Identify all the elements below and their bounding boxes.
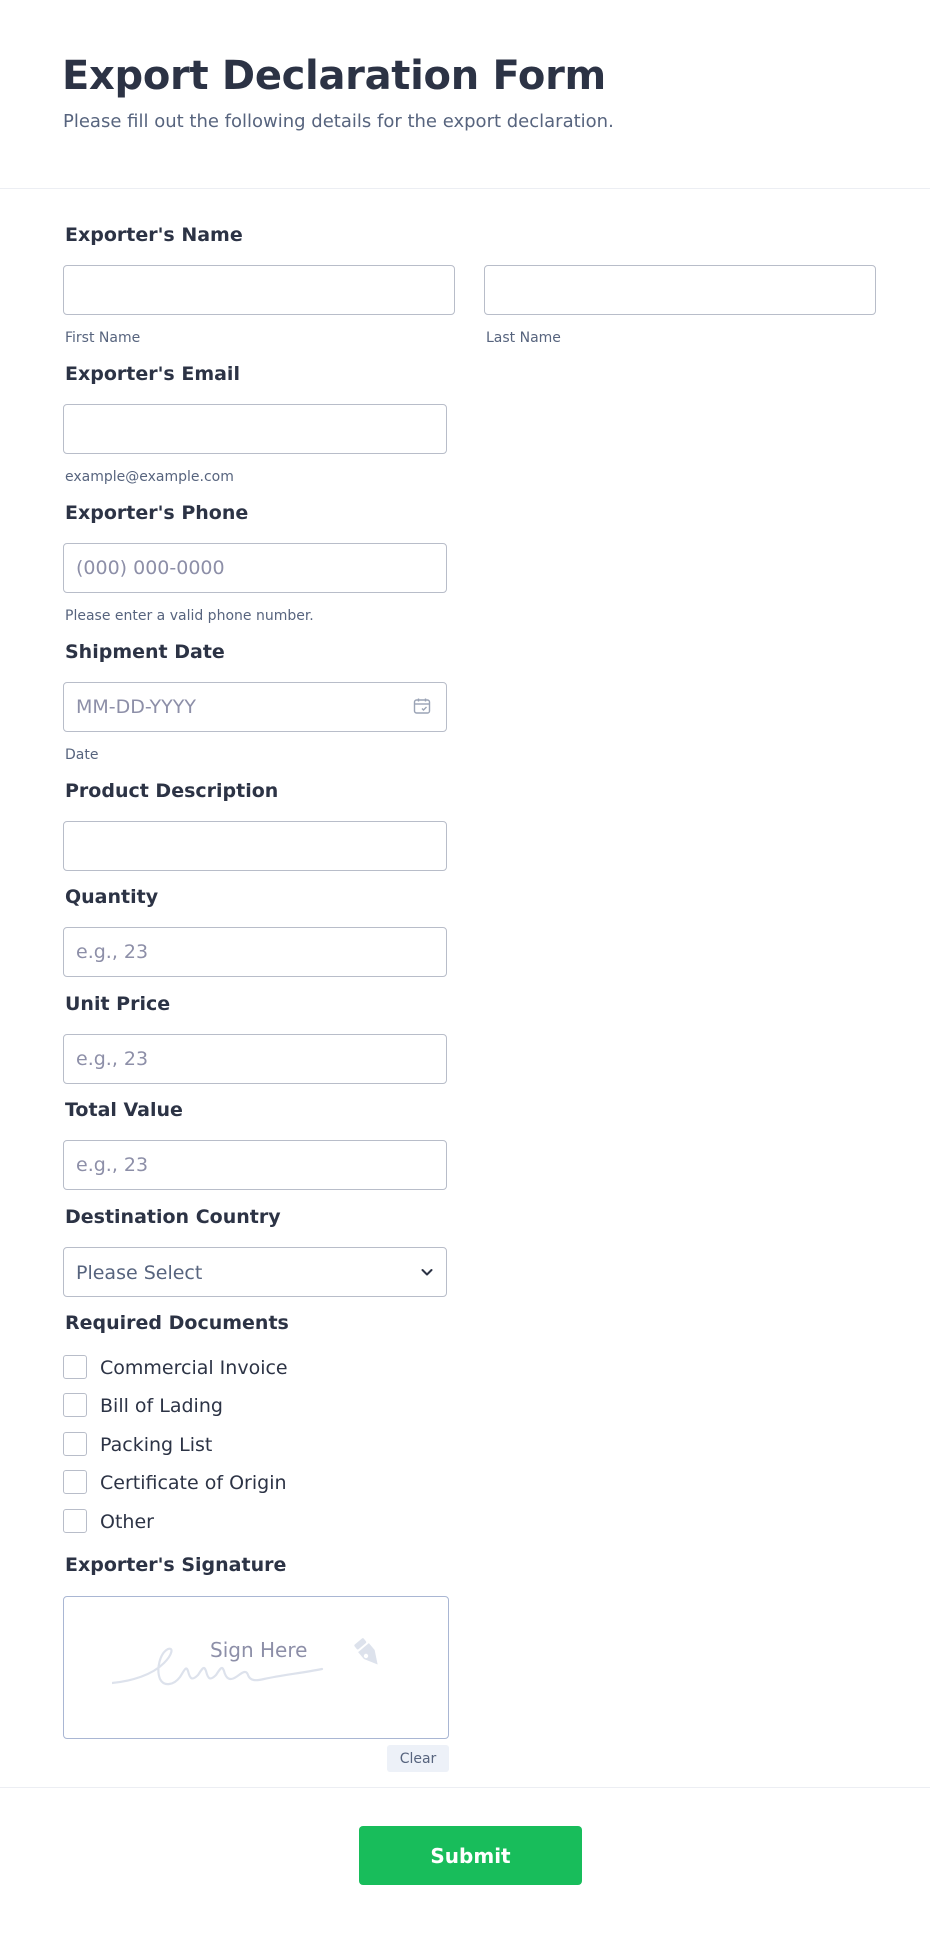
first-name-input[interactable] [63, 265, 455, 315]
product-description-field[interactable] [63, 821, 447, 871]
document-option-other[interactable]: Other [63, 1509, 463, 1535]
email-sublabel: example@example.com [65, 469, 234, 485]
destination-country-value: Please Select [76, 1262, 203, 1284]
document-option-bill-of-lading[interactable]: Bill of Lading [63, 1393, 463, 1419]
product-description-label: Product Description [65, 780, 279, 802]
last-name-sublabel: Last Name [486, 330, 561, 346]
quantity-label: Quantity [65, 886, 159, 908]
checkbox-label: Commercial Invoice [100, 1357, 288, 1379]
last-name-input[interactable] [484, 265, 876, 315]
other-checkbox[interactable] [63, 1509, 87, 1533]
email-label: Exporter's Email [65, 363, 240, 385]
destination-country-label: Destination Country [65, 1206, 281, 1228]
page-subtitle: Please fill out the following details fo… [63, 111, 614, 132]
page-title: Export Declaration Form [62, 53, 606, 99]
commercial-invoice-checkbox[interactable] [63, 1355, 87, 1379]
footer-divider [0, 1787, 930, 1788]
checkbox-label: Other [100, 1511, 154, 1533]
total-value-label: Total Value [65, 1099, 183, 1121]
signature-placeholder: Sign Here [210, 1638, 308, 1662]
shipment-date-sublabel: Date [65, 747, 99, 763]
packing-list-checkbox[interactable] [63, 1432, 87, 1456]
unit-price-field[interactable] [63, 1034, 447, 1084]
phone-sublabel: Please enter a valid phone number. [65, 608, 314, 624]
checkbox-label: Certificate of Origin [100, 1472, 287, 1494]
phone-field[interactable] [63, 543, 447, 593]
signature-pad[interactable]: Sign Here [63, 1596, 449, 1739]
document-option-commercial-invoice[interactable]: Commercial Invoice [63, 1355, 463, 1381]
name-label: Exporter's Name [65, 224, 243, 246]
checkbox-label: Packing List [100, 1434, 213, 1456]
first-name-sublabel: First Name [65, 330, 141, 346]
destination-country-select[interactable]: Please Select [63, 1247, 447, 1297]
certificate-of-origin-checkbox[interactable] [63, 1470, 87, 1494]
shipment-date-field[interactable] [63, 682, 447, 732]
shipment-date-label: Shipment Date [65, 641, 225, 663]
pen-icon [354, 1638, 378, 1665]
clear-signature-button[interactable]: Clear [387, 1745, 449, 1772]
unit-price-label: Unit Price [65, 993, 171, 1015]
email-field[interactable] [63, 404, 447, 454]
document-option-certificate-of-origin[interactable]: Certificate of Origin [63, 1470, 463, 1496]
calendar-icon[interactable] [413, 697, 431, 715]
bill-of-lading-checkbox[interactable] [63, 1393, 87, 1417]
chevron-down-icon [421, 1269, 433, 1276]
document-option-packing-list[interactable]: Packing List [63, 1432, 463, 1458]
total-value-field[interactable] [63, 1140, 447, 1190]
checkbox-label: Bill of Lading [100, 1395, 223, 1417]
signature-label: Exporter's Signature [65, 1554, 287, 1576]
form-header: Export Declaration Form Please fill out … [0, 0, 930, 189]
phone-label: Exporter's Phone [65, 502, 249, 524]
required-documents-label: Required Documents [65, 1312, 289, 1334]
quantity-field[interactable] [63, 927, 447, 977]
submit-button[interactable]: Submit [359, 1826, 582, 1885]
